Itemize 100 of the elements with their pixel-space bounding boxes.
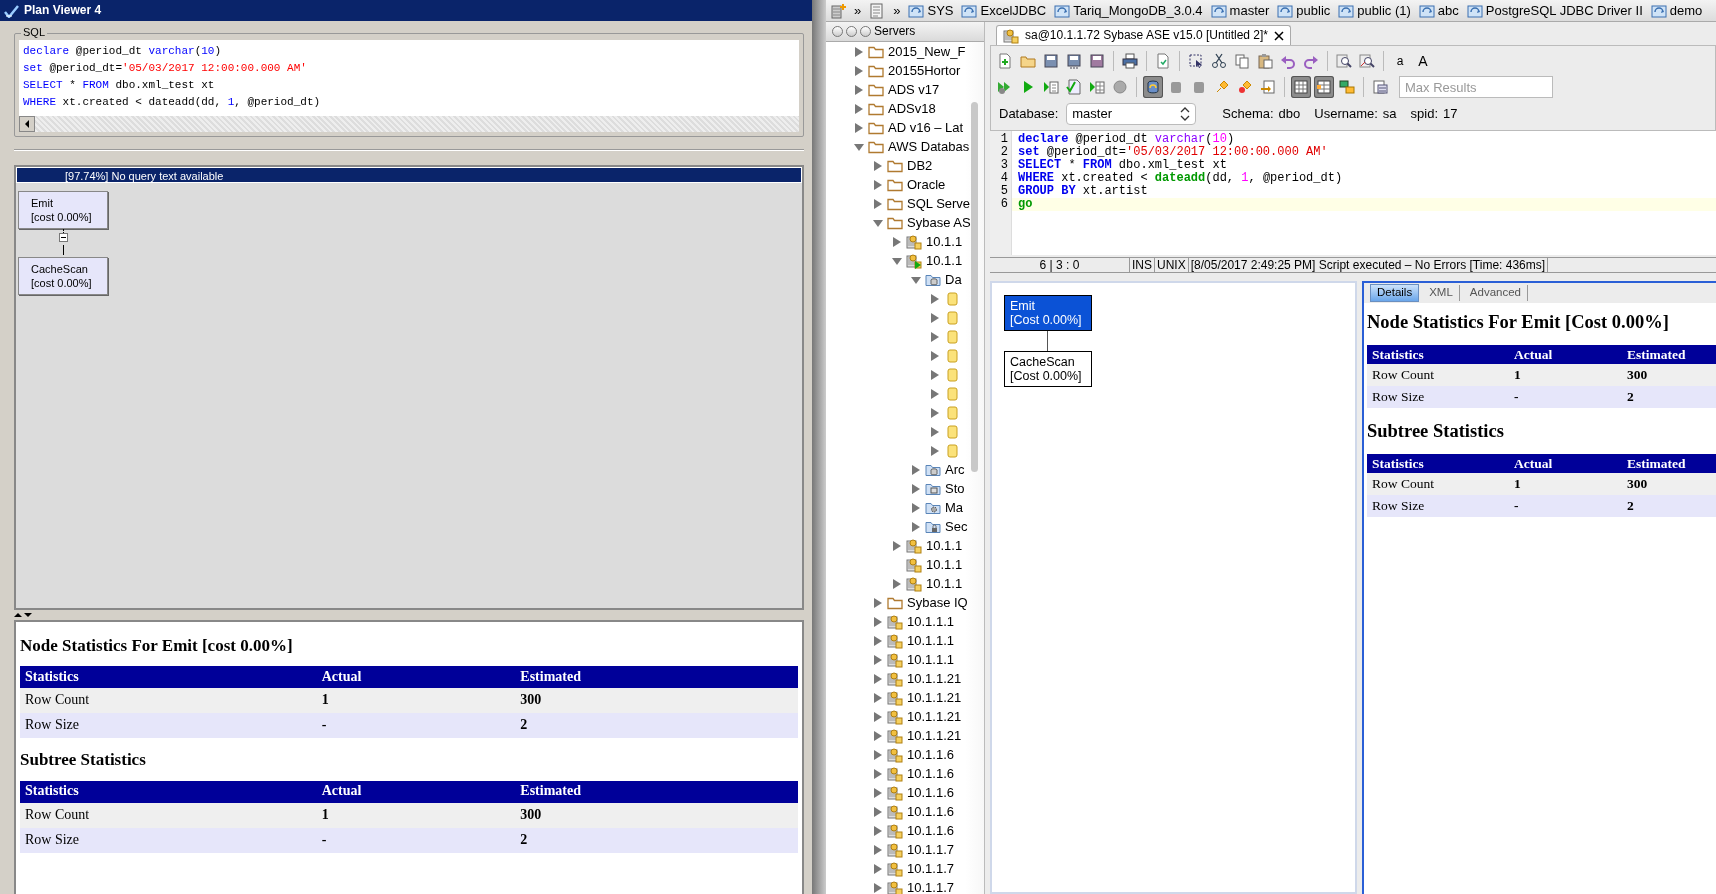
expand-arrow-icon[interactable] <box>930 388 940 399</box>
tree-item[interactable]: Sto <box>945 480 965 497</box>
collapse-icon[interactable] <box>58 233 68 242</box>
grid-button[interactable] <box>1291 76 1311 98</box>
bookmark-button[interactable]: PostgreSQL JDBC Driver II <box>1466 2 1643 19</box>
overflow-chevron[interactable]: » <box>893 2 901 19</box>
expand-arrow-icon[interactable] <box>892 540 902 551</box>
printer-button[interactable] <box>1120 50 1140 72</box>
expand-arrow-icon[interactable] <box>873 825 883 836</box>
tab[interactable]: Advanced <box>1463 285 1528 301</box>
max-results-field[interactable]: Max Results <box>1399 76 1553 98</box>
tree-item[interactable]: 10.1.1.1 <box>907 613 954 630</box>
expand-arrow-icon[interactable] <box>873 882 883 893</box>
expand-arrow-icon[interactable] <box>911 464 921 475</box>
sql-text-area[interactable]: declare @period_dt varchar(10) set @period_dt='05/03/2017 12:00:00.000 AM' SELECT * FROM dbo.xml_test xt WHERE xt.created < dateadd(dd, 1, @period_dt) <box>19 40 799 116</box>
tree-item[interactable]: 10.1.1.6 <box>907 746 954 763</box>
tree-item[interactable]: DB2 <box>907 157 933 174</box>
window-button[interactable] <box>832 26 843 37</box>
expand-arrow-icon[interactable] <box>873 160 883 171</box>
bookmark-button[interactable]: ExcelJDBC <box>961 2 1047 19</box>
tree-item[interactable]: Sec <box>945 518 968 535</box>
expand-arrow-icon[interactable] <box>873 711 883 722</box>
tree-item[interactable]: 10.1.1.6 <box>907 784 954 801</box>
expand-arrow-icon[interactable] <box>930 350 940 361</box>
tree-item[interactable]: 10.1.1.6 <box>907 803 954 820</box>
expand-arrow-icon[interactable] <box>930 331 940 342</box>
tree-item[interactable]: 20155Hortor <box>888 62 961 79</box>
expand-arrow-icon[interactable] <box>873 787 883 798</box>
bookmark-button[interactable]: public <box>1277 2 1331 19</box>
expand-arrow-icon[interactable] <box>873 806 883 817</box>
code-editor[interactable]: 1 2 3 4 5 6 declare @period_dt varchar(10) set @period_dt='05/03/2017 12:00:00.000 AM' SELECT * FROM dbo.xml_test xt WHERE xt.created < dateadd(dd, 1, @period_dt) GROUP BY xt.artist go <box>990 131 1716 255</box>
editor-tab[interactable]: sa@10.1.1.72 Sybase ASE v15.0 [Untitled 2]* <box>996 25 1291 45</box>
database-sync-button[interactable] <box>1143 76 1163 98</box>
tree-item[interactable]: ADS v17 <box>888 81 940 98</box>
expand-arrow-icon[interactable] <box>930 293 940 304</box>
expand-arrow-icon[interactable] <box>873 844 883 855</box>
expand-arrow-icon[interactable] <box>911 483 921 494</box>
tree-item[interactable]: 10.1.1 <box>926 575 963 592</box>
tree-item[interactable]: Ma <box>945 499 964 516</box>
expand-arrow-icon[interactable] <box>892 236 902 247</box>
tree-item[interactable]: AD v16 – Lat <box>888 119 964 136</box>
tree-item[interactable]: 10.1.1.21 <box>907 670 962 687</box>
tree-item[interactable]: 10.1.1.6 <box>907 822 954 839</box>
expand-arrow-icon[interactable] <box>930 369 940 380</box>
expand-arrow-icon[interactable] <box>873 616 883 627</box>
collapse-arrow-icon[interactable] <box>911 274 921 285</box>
tree-item[interactable]: Sybase IQ <box>907 594 968 611</box>
tree-item[interactable]: 10.1.1 <box>926 252 963 269</box>
splitter-arrows-icon[interactable] <box>14 612 32 618</box>
tab[interactable]: XML <box>1423 285 1460 301</box>
bookmark-button[interactable]: public (1) <box>1338 2 1411 19</box>
font-size-button[interactable]: A <box>1413 50 1433 72</box>
validate-button[interactable] <box>1064 76 1084 98</box>
window-button[interactable] <box>860 26 871 37</box>
tree-item[interactable]: 10.1.1.21 <box>907 689 962 706</box>
expand-arrow-icon[interactable] <box>873 730 883 741</box>
expand-arrow-icon[interactable] <box>854 46 864 57</box>
expand-arrow-icon[interactable] <box>892 578 902 589</box>
plan-node[interactable]: Emit [Cost 0.00%] <box>1004 295 1092 331</box>
tree-item[interactable]: Arc <box>945 461 965 478</box>
font-size-button[interactable]: a <box>1390 50 1410 72</box>
tree-item[interactable]: Sybase AS <box>907 214 971 231</box>
bookmark-button[interactable]: master <box>1210 2 1270 19</box>
expand-arrow-icon[interactable] <box>930 445 940 456</box>
expand-arrow-icon[interactable] <box>854 103 864 114</box>
script-button[interactable] <box>869 2 886 19</box>
tree-item[interactable]: 10.1.1 <box>926 537 963 554</box>
tree-item[interactable]: 10.1.1.7 <box>907 841 954 858</box>
collapse-arrow-icon[interactable] <box>873 217 883 228</box>
expand-arrow-icon[interactable] <box>930 312 940 323</box>
tree-item[interactable]: 10.1.1.7 <box>907 879 954 894</box>
grid-button[interactable] <box>1314 76 1334 98</box>
tree-item[interactable]: 10.1.1.21 <box>907 708 962 725</box>
plan-node[interactable]: CacheScan [cost 0.00%] <box>18 257 108 295</box>
expand-arrow-icon[interactable] <box>873 179 883 190</box>
expand-arrow-icon[interactable] <box>930 426 940 437</box>
tree-item[interactable]: AWS Databas <box>888 138 970 155</box>
expand-arrow-icon[interactable] <box>873 692 883 703</box>
tree-item[interactable]: ADSv18 <box>888 100 936 117</box>
scrollbar-thumb[interactable] <box>971 102 978 472</box>
tab[interactable]: Details <box>1370 284 1420 302</box>
plan-node[interactable]: CacheScan [Cost 0.00%] <box>1004 351 1092 387</box>
expand-arrow-icon[interactable] <box>873 863 883 874</box>
expand-arrow-icon[interactable] <box>873 768 883 779</box>
tree-item[interactable]: 10.1.1.1 <box>907 632 954 649</box>
bookmark-button[interactable]: abc <box>1418 2 1459 19</box>
tree-item[interactable]: SQL Serve <box>907 195 971 212</box>
bookmark-button[interactable]: Tariq_MongoDB_3.0.4 <box>1054 2 1203 19</box>
collapse-arrow-icon[interactable] <box>892 255 902 266</box>
tree-item[interactable]: 10.1.1.1 <box>907 651 954 668</box>
database-dropdown[interactable]: master <box>1066 103 1197 125</box>
expand-arrow-icon[interactable] <box>911 521 921 532</box>
expand-arrow-icon[interactable] <box>854 84 864 95</box>
window-button[interactable] <box>846 26 857 37</box>
close-icon[interactable] <box>1274 30 1284 41</box>
expand-arrow-icon[interactable] <box>911 502 921 513</box>
splitter-bar[interactable] <box>812 0 826 894</box>
horizontal-scrollbar[interactable] <box>19 116 799 132</box>
tree-item[interactable]: 10.1.1 <box>926 556 963 573</box>
new-connection-button[interactable] <box>830 2 846 19</box>
